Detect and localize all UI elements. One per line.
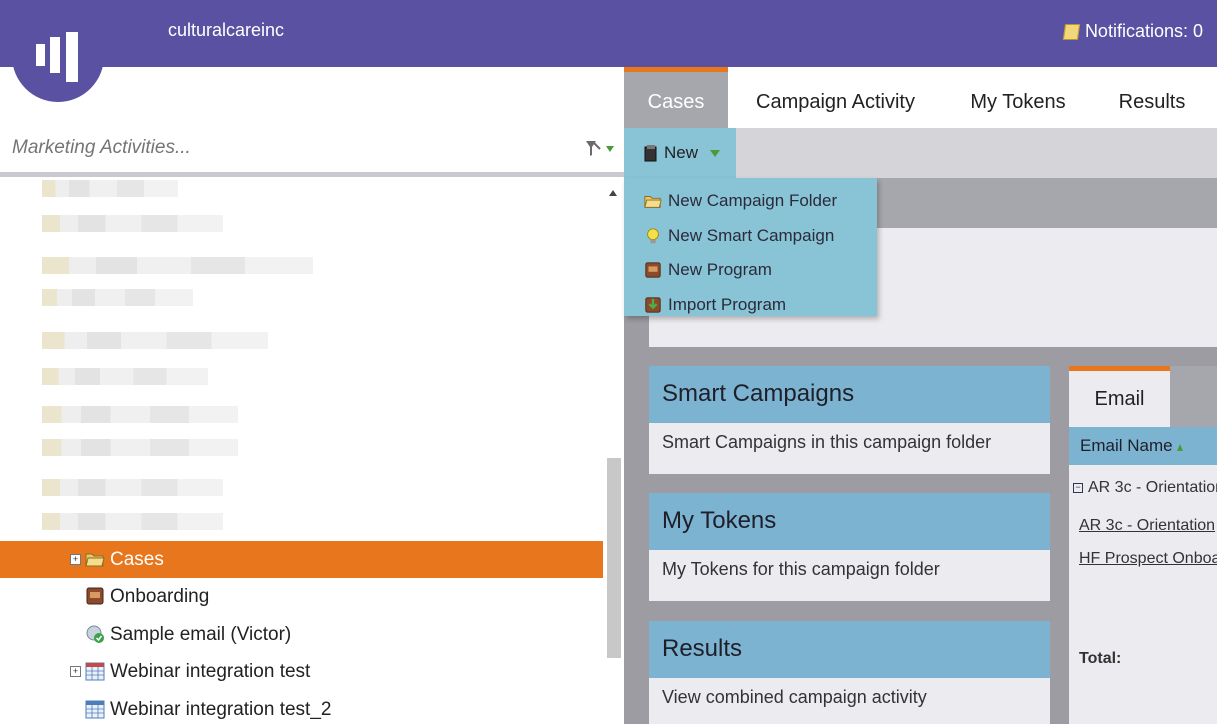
toolbar: New — [624, 128, 1217, 178]
total-label: Total: — [1079, 650, 1122, 667]
tab-email[interactable]: Email — [1069, 366, 1170, 427]
blurred-tree-item — [42, 479, 223, 496]
blurred-tree-item — [42, 332, 268, 349]
email-group-label: AR 3c - Orientation — [1088, 479, 1217, 496]
notification-note-icon — [1062, 23, 1081, 40]
lightbulb-icon — [647, 228, 659, 243]
folder-icon — [85, 553, 105, 567]
blurred-tree-item — [42, 289, 193, 306]
email-program-icon — [86, 625, 104, 643]
new-dropdown-menu: New Campaign Folder New Smart Campaign N… — [624, 178, 877, 316]
new-button-label: New — [664, 143, 699, 162]
tree-item-webinar-test[interactable]: + Webinar integration test — [0, 653, 603, 690]
tab-bar: Cases Campaign Activity My Tokens Result… — [624, 67, 1217, 128]
card-title[interactable]: My Tokens — [649, 493, 1050, 550]
tree-item-webinar-test-2[interactable]: Webinar integration test_2 — [0, 691, 603, 724]
program-icon — [86, 587, 104, 605]
event-calendar-icon — [85, 700, 105, 719]
menu-item-label: New Program — [668, 260, 772, 280]
program-icon — [645, 262, 661, 278]
top-bar: culturalcareinc Notifications: 0 — [0, 0, 1217, 102]
tab-results[interactable]: Results — [1102, 67, 1202, 128]
email-performance-panel: Email Email Name − AR 3c - Orientation A… — [1069, 366, 1217, 724]
activity-search — [0, 128, 624, 172]
results-card[interactable]: Results View combined campaign activity — [649, 621, 1050, 724]
tree-scrollbar[interactable] — [604, 182, 624, 724]
blurred-tree-item — [42, 257, 313, 274]
menu-item-new-campaign-folder[interactable]: New Campaign Folder — [624, 184, 877, 219]
blurred-tree-item — [42, 215, 223, 232]
tree-item-label: Sample email (Victor) — [110, 623, 292, 645]
tree-item-cases[interactable]: + Cases — [0, 541, 603, 578]
new-document-icon — [644, 145, 657, 162]
tab-campaign-activity[interactable]: Campaign Activity — [738, 67, 933, 128]
folder-icon — [644, 196, 662, 208]
expand-icon[interactable]: + — [70, 666, 81, 677]
smart-campaigns-card[interactable]: Smart Campaigns Smart Campaigns in this … — [649, 366, 1050, 474]
menu-item-label: New Campaign Folder — [668, 191, 838, 211]
filter-icon[interactable] — [584, 139, 616, 159]
card-description: Smart Campaigns in this campaign folder — [662, 432, 992, 452]
card-description: View combined campaign activity — [662, 687, 927, 707]
marketo-logo[interactable] — [12, 0, 104, 102]
menu-item-import-program[interactable]: Import Program — [624, 288, 877, 323]
blurred-tree-item — [42, 180, 178, 197]
main-panel: Cases Campaign Activity My Tokens Result… — [624, 67, 1217, 724]
import-icon — [645, 297, 661, 313]
workspace-name[interactable]: culturalcareinc — [168, 20, 284, 41]
expand-icon[interactable]: + — [70, 554, 81, 565]
blurred-tree-item — [42, 513, 223, 530]
notifications-label: Notifications: 0 — [1084, 21, 1203, 41]
new-button[interactable]: New — [624, 128, 736, 178]
dropdown-arrow-icon — [710, 149, 721, 157]
tree-item-onboarding[interactable]: Onboarding — [0, 578, 603, 615]
blurred-tree-item — [42, 406, 238, 423]
menu-item-new-smart-campaign[interactable]: New Smart Campaign — [624, 219, 877, 254]
scroll-up-arrow-icon[interactable] — [609, 190, 617, 196]
activity-tree: + Cases Onboarding Sample email (Victor)… — [0, 172, 624, 724]
tab-cases[interactable]: Cases — [624, 67, 728, 128]
menu-item-label: Import Program — [668, 294, 787, 314]
card-description: My Tokens for this campaign folder — [662, 559, 940, 579]
blurred-tree-item — [42, 368, 208, 385]
menu-item-label: New Smart Campaign — [668, 225, 835, 245]
tree-item-label: Webinar integration test — [110, 660, 311, 682]
column-header-label: Email Name — [1080, 436, 1173, 455]
email-row-link[interactable]: AR 3c - Orientation — [1079, 517, 1215, 535]
card-title[interactable]: Results — [649, 621, 1050, 678]
my-tokens-card[interactable]: My Tokens My Tokens for this campaign fo… — [649, 493, 1050, 601]
blurred-tree-item — [42, 439, 238, 456]
card-title[interactable]: Smart Campaigns — [649, 366, 1050, 423]
notifications[interactable]: Notifications: 0 — [1062, 21, 1203, 42]
tree-item-label: Cases — [110, 548, 164, 570]
tree-item-label: Onboarding — [110, 585, 210, 607]
email-tab-bar: Email — [1069, 366, 1217, 427]
search-input[interactable] — [12, 137, 552, 159]
tree-item-sample-email[interactable]: Sample email (Victor) — [0, 616, 603, 653]
event-calendar-icon — [85, 662, 105, 681]
email-group-row[interactable]: − AR 3c - Orientation — [1073, 479, 1217, 497]
collapse-icon[interactable]: − — [1073, 483, 1083, 493]
tree-item-label: Webinar integration test_2 — [110, 698, 332, 720]
menu-item-new-program[interactable]: New Program — [624, 253, 877, 288]
sort-ascending-icon — [1176, 444, 1183, 451]
tab-my-tokens[interactable]: My Tokens — [954, 67, 1082, 128]
scroll-thumb[interactable] — [607, 458, 621, 658]
email-row-link[interactable]: HF Prospect Onboarding — [1079, 550, 1217, 568]
email-name-column-header[interactable]: Email Name — [1069, 427, 1217, 465]
